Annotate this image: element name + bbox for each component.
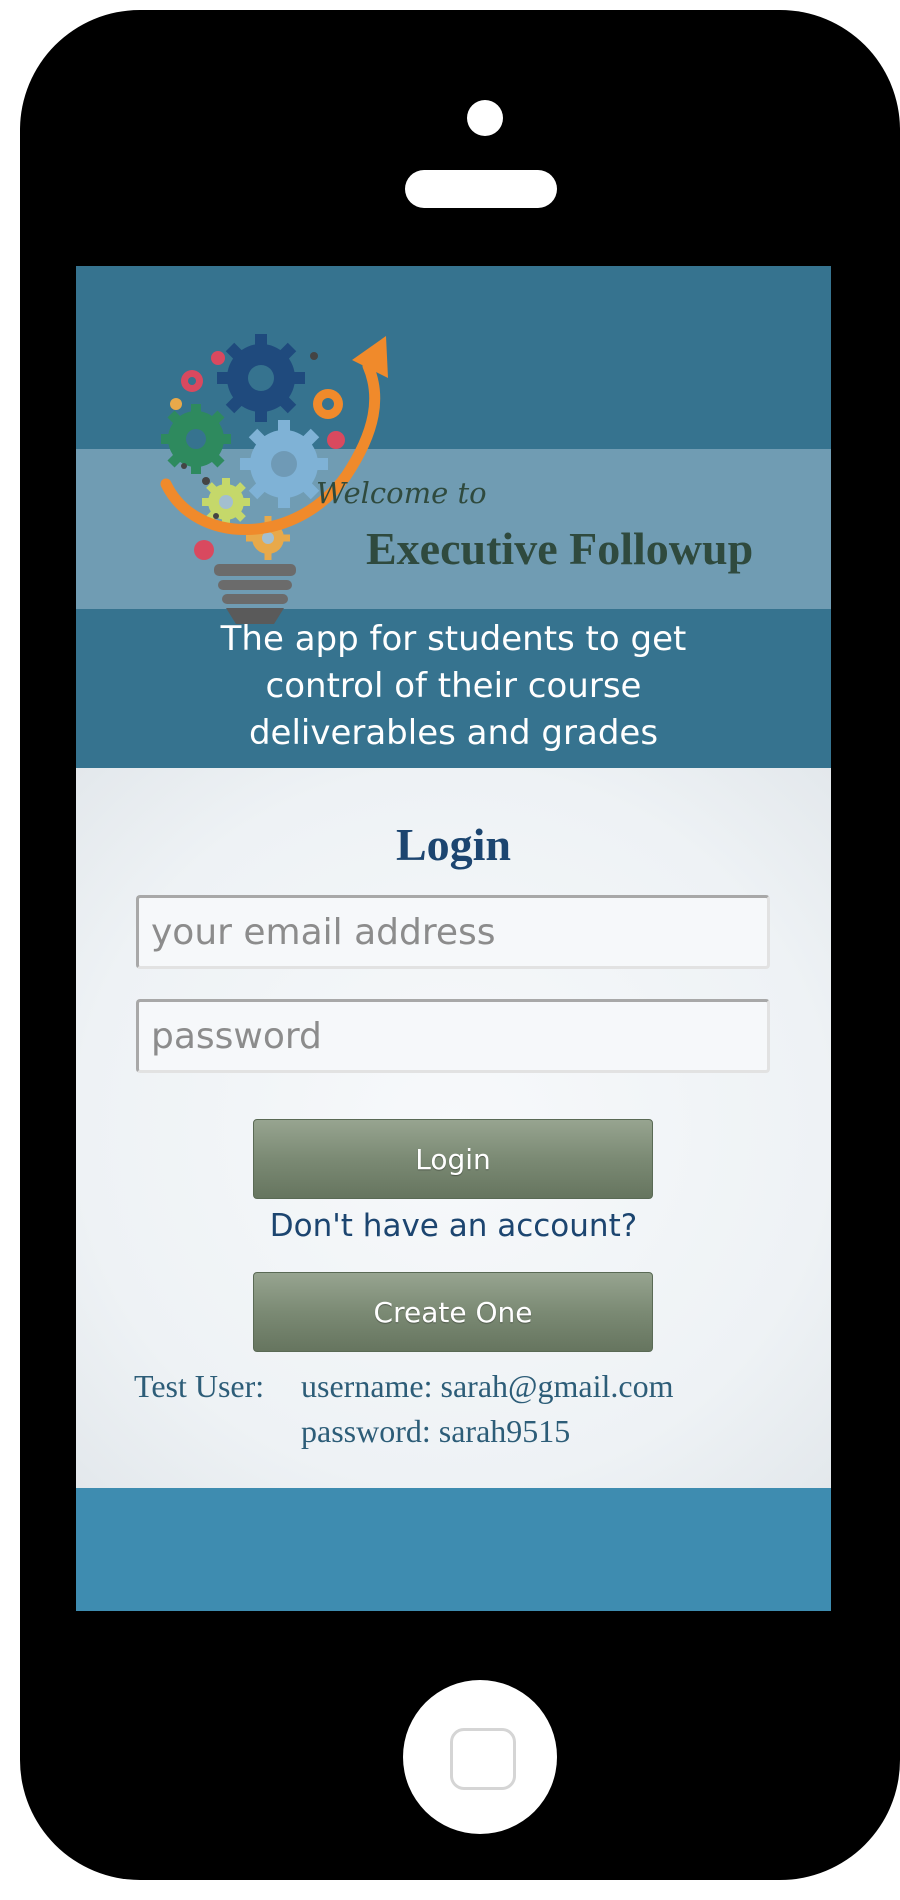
home-button-icon (450, 1728, 516, 1790)
power-button (620, 10, 780, 50)
login-card: Login Login Don't have an account? Creat… (76, 768, 831, 1488)
front-camera (467, 100, 503, 136)
footer-bar (76, 1488, 831, 1611)
app-name: Executive Followup (366, 523, 754, 574)
tagline-line-2: control of their course (265, 666, 642, 706)
test-username: username: sarah@gmail.com (301, 1368, 674, 1404)
welcome-text: Welcome to (316, 476, 487, 510)
test-user-label: Test User: (134, 1368, 265, 1404)
email-field[interactable] (136, 895, 770, 969)
header-section: Welcome to Executive Followup The app fo… (76, 266, 831, 768)
login-button[interactable]: Login (253, 1119, 653, 1199)
tagline-line-3: deliverables and grades (248, 713, 659, 753)
tagline: The app for students to get control of t… (76, 616, 831, 757)
volume-up-button (26, 450, 44, 505)
create-account-button[interactable]: Create One (253, 1272, 653, 1352)
earpiece-speaker (405, 170, 557, 208)
app-screen: Welcome to Executive Followup The app fo… (76, 266, 831, 1611)
test-password: password: sarah9515 (301, 1413, 571, 1449)
mute-switch (26, 275, 44, 345)
no-account-text: Don't have an account? (269, 1208, 638, 1244)
tagline-line-1: The app for students to get (220, 619, 687, 659)
password-field[interactable] (136, 999, 770, 1073)
volume-down-button (26, 610, 44, 665)
login-title: Login (395, 819, 512, 870)
